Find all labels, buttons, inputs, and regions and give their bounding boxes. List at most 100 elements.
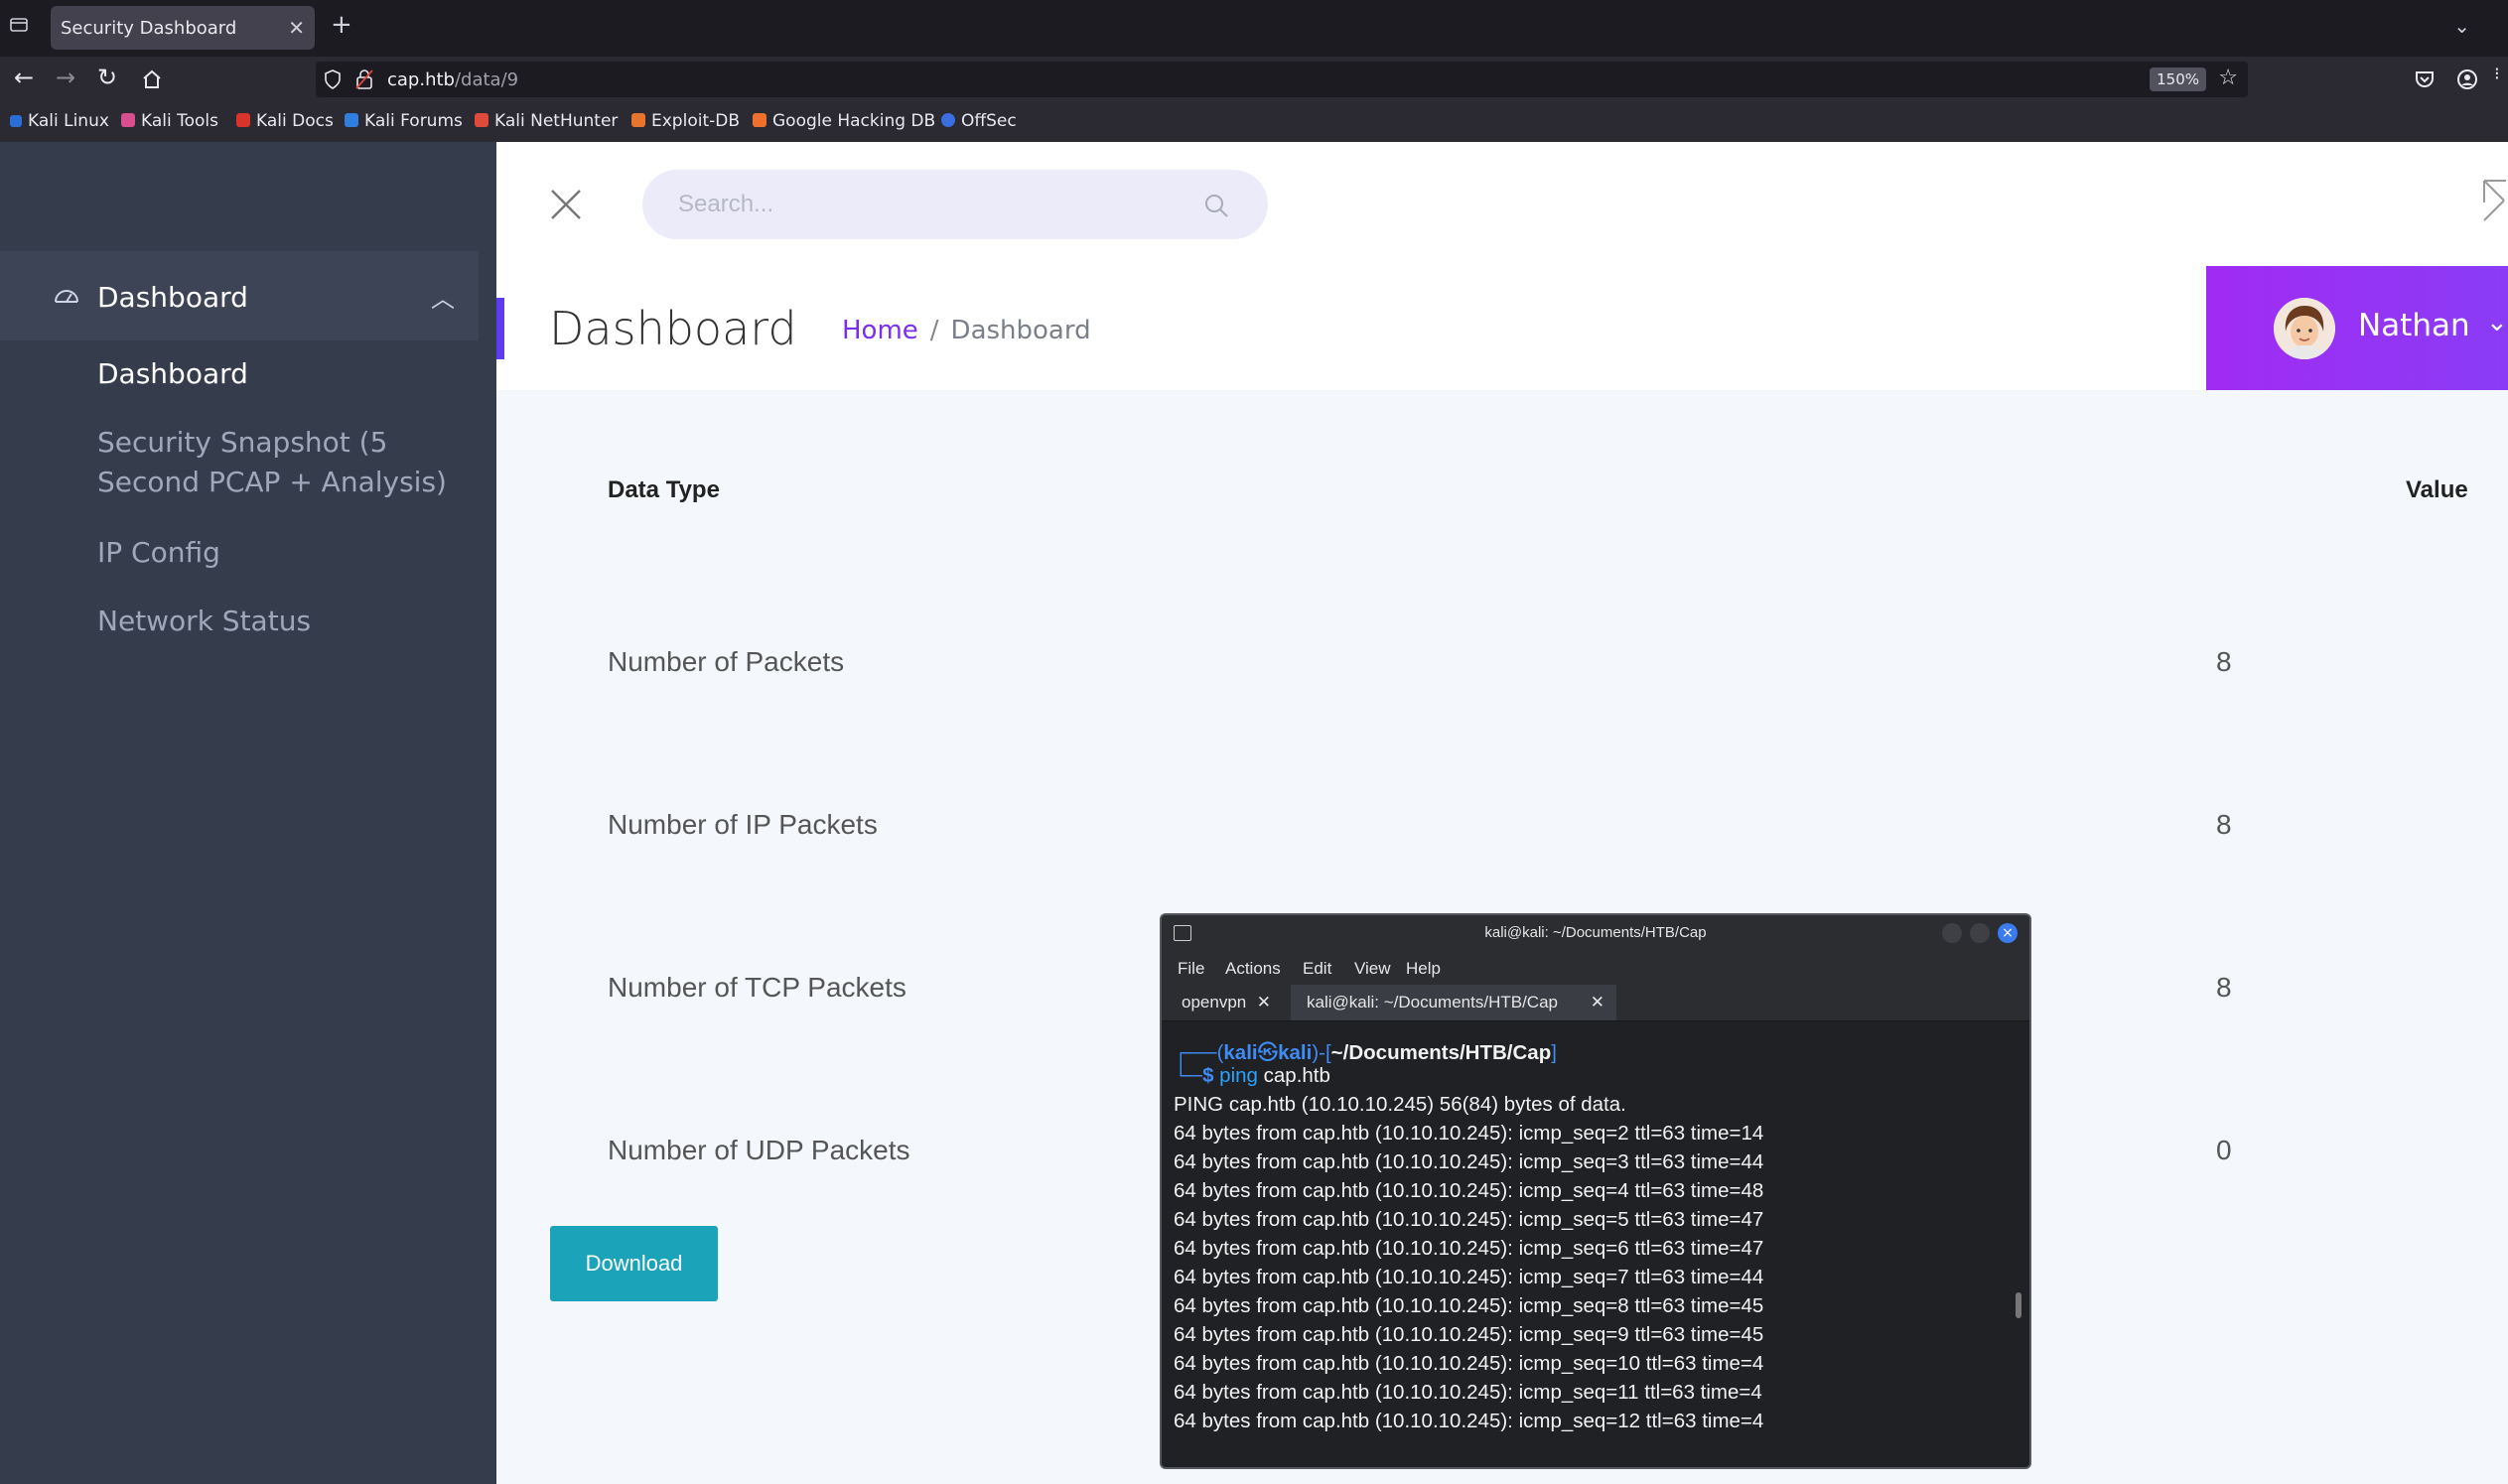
- new-tab-icon[interactable]: +: [331, 12, 352, 38]
- zoom-level-badge[interactable]: 150%: [2150, 67, 2206, 91]
- menu-edit[interactable]: Edit: [1303, 959, 1331, 979]
- terminal-window[interactable]: kali@kali: ~/Documents/HTB/Cap × File Ac…: [1160, 913, 2031, 1469]
- bookmark-kali-docs[interactable]: Kali Docs: [236, 111, 334, 131]
- terminal-output-line: 64 bytes from cap.htb (10.10.10.245): ic…: [1174, 1266, 1764, 1288]
- terminal-output[interactable]: ┌──(kali㉿kali)-[~/Documents/HTB/Cap] └─$…: [1162, 1021, 2029, 1467]
- terminal-tab-label: kali@kali: ~/Documents/HTB/Cap: [1307, 993, 1558, 1012]
- insecure-lock-icon[interactable]: [355, 69, 373, 89]
- bookmark-exploit-db[interactable]: Exploit-DB: [631, 111, 740, 131]
- terminal-prompt-line: ┌──(kali㉿kali)-[~/Documents/HTB/Cap]: [1174, 1035, 1557, 1065]
- list-all-tabs-icon[interactable]: [10, 16, 28, 34]
- terminal-output-line: 64 bytes from cap.htb (10.10.10.245): ic…: [1174, 1150, 1764, 1173]
- column-header-data-type: Data Type: [608, 476, 720, 503]
- terminal-scrollbar[interactable]: [2016, 1292, 2021, 1318]
- browser-nav-bar: ← → ↻ cap.htb/data/9 150% ☆ ⁝: [0, 57, 2508, 102]
- forward-icon[interactable]: →: [56, 66, 75, 89]
- menu-view[interactable]: View: [1354, 959, 1391, 979]
- menu-actions[interactable]: Actions: [1225, 959, 1281, 979]
- account-icon[interactable]: [2456, 68, 2478, 90]
- sidebar-section-label: Dashboard: [97, 281, 248, 314]
- prompt-corner: ┌──(: [1174, 1041, 1224, 1064]
- terminal-output-line: 64 bytes from cap.htb (10.10.10.245): ic…: [1174, 1323, 1764, 1346]
- sidebar: Dashboard ︿ Dashboard Security Snapshot …: [0, 142, 496, 1484]
- page-title: Dashboard: [549, 302, 797, 355]
- chevron-down-icon: ⌄: [2486, 308, 2508, 337]
- browser-tab[interactable]: Security Dashboard ✕: [51, 6, 315, 50]
- url-path: /data/9: [454, 69, 519, 90]
- search-icon[interactable]: [1202, 192, 1230, 219]
- maximize-button[interactable]: [1970, 923, 1990, 943]
- address-bar[interactable]: cap.htb/data/9 150% ☆: [316, 62, 2248, 97]
- home-icon[interactable]: [141, 68, 163, 90]
- close-tab-icon[interactable]: ✕: [1257, 985, 1271, 1020]
- terminal-titlebar[interactable]: kali@kali: ~/Documents/HTB/Cap ×: [1162, 915, 2029, 953]
- menu-help[interactable]: Help: [1406, 959, 1441, 979]
- command-name: ping: [1219, 1064, 1258, 1087]
- chevron-up-icon[interactable]: ︿: [431, 279, 455, 314]
- close-tab-icon[interactable]: ✕: [288, 16, 305, 40]
- sidebar-item-label-line2: Second PCAP + Analysis): [97, 466, 447, 498]
- search-box: [642, 170, 1268, 239]
- menu-file[interactable]: File: [1178, 959, 1204, 979]
- close-window-button[interactable]: ×: [1998, 923, 2018, 943]
- breadcrumb-home-link[interactable]: Home: [842, 316, 918, 345]
- row-value: 8: [2216, 809, 2232, 840]
- terminal-output-line: 64 bytes from cap.htb (10.10.10.245): ic…: [1174, 1208, 1764, 1231]
- bookmark-kali-forums[interactable]: Kali Forums: [345, 111, 463, 131]
- bookmark-label: Google Hacking DB: [772, 111, 936, 131]
- prompt-at: ㉿: [1257, 1041, 1279, 1064]
- terminal-command-line: └─$ ping cap.htb: [1174, 1064, 1330, 1088]
- close-icon[interactable]: [548, 187, 584, 222]
- bookmark-label: Kali Tools: [141, 111, 218, 131]
- user-menu-button[interactable]: Nathan ⌄: [2206, 266, 2508, 390]
- bookmark-kali-linux[interactable]: Kali Linux: [10, 111, 109, 131]
- bookmark-label: Kali Linux: [28, 111, 109, 131]
- sidebar-item-dashboard[interactable]: Dashboard: [97, 354, 248, 394]
- terminal-tab-cap[interactable]: kali@kali: ~/Documents/HTB/Cap ✕: [1291, 985, 1616, 1020]
- column-header-value: Value: [2406, 476, 2468, 503]
- terminal-menubar: File Actions Edit View Help: [1162, 953, 2029, 985]
- row-value: 8: [2216, 972, 2232, 1003]
- terminal-output-line: PING cap.htb (10.10.10.245) 56(84) bytes…: [1174, 1093, 1626, 1116]
- bookmark-kali-nethunter[interactable]: Kali NetHunter: [475, 111, 618, 131]
- bookmark-label: OffSec: [961, 111, 1017, 131]
- sidebar-item-security-snapshot[interactable]: Security Snapshot (5 Second PCAP + Analy…: [97, 423, 447, 502]
- terminal-tab-openvpn[interactable]: openvpn ✕: [1166, 985, 1285, 1020]
- terminal-tabbar: openvpn ✕ kali@kali: ~/Documents/HTB/Cap…: [1162, 985, 2029, 1021]
- shield-icon[interactable]: [324, 69, 342, 89]
- sidebar-section-dashboard[interactable]: Dashboard ︿: [0, 251, 479, 340]
- bookmark-label: Exploit-DB: [651, 111, 740, 131]
- user-name: Nathan: [2358, 308, 2470, 343]
- terminal-output-line: 64 bytes from cap.htb (10.10.10.245): ic…: [1174, 1352, 1764, 1375]
- back-icon[interactable]: ←: [14, 66, 34, 89]
- bookmark-offsec[interactable]: OffSec: [941, 111, 1017, 131]
- extensions-icon[interactable]: ⁝: [2494, 66, 2500, 83]
- row-label: Number of UDP Packets: [608, 1135, 910, 1165]
- row-label: Number of TCP Packets: [608, 972, 906, 1003]
- prompt-bracket-close: ]: [1551, 1041, 1557, 1064]
- breadcrumb-separator: /: [929, 316, 939, 345]
- bookmark-star-icon[interactable]: ☆: [2218, 66, 2238, 90]
- sidebar-item-ip-config[interactable]: IP Config: [97, 533, 220, 573]
- search-input[interactable]: [676, 184, 1177, 225]
- row-label: Number of Packets: [608, 646, 845, 677]
- download-button[interactable]: Download: [550, 1226, 718, 1301]
- pocket-icon[interactable]: [2414, 68, 2436, 90]
- reload-icon[interactable]: ↻: [97, 66, 117, 89]
- fullscreen-icon[interactable]: [2478, 177, 2508, 224]
- accent-bar: [496, 298, 504, 359]
- sidebar-item-network-status[interactable]: Network Status: [97, 602, 311, 641]
- avatar: [2274, 298, 2335, 359]
- terminal-output-line: 64 bytes from cap.htb (10.10.10.245): ic…: [1174, 1294, 1764, 1317]
- bookmark-google-hacking-db[interactable]: Google Hacking DB: [753, 111, 935, 131]
- prompt-user: kali: [1223, 1041, 1258, 1064]
- close-tab-icon[interactable]: ✕: [1591, 985, 1604, 1020]
- bookmark-label: Kali NetHunter: [494, 111, 619, 131]
- chevron-down-icon[interactable]: ⌄: [2453, 14, 2470, 38]
- breadcrumb-current: Dashboard: [950, 316, 1091, 345]
- command-arg: cap.htb: [1263, 1064, 1330, 1087]
- prompt-corner: └─: [1174, 1064, 1203, 1087]
- minimize-button[interactable]: [1942, 923, 1962, 943]
- bookmark-label: Kali Forums: [364, 111, 463, 131]
- bookmark-kali-tools[interactable]: Kali Tools: [121, 111, 218, 131]
